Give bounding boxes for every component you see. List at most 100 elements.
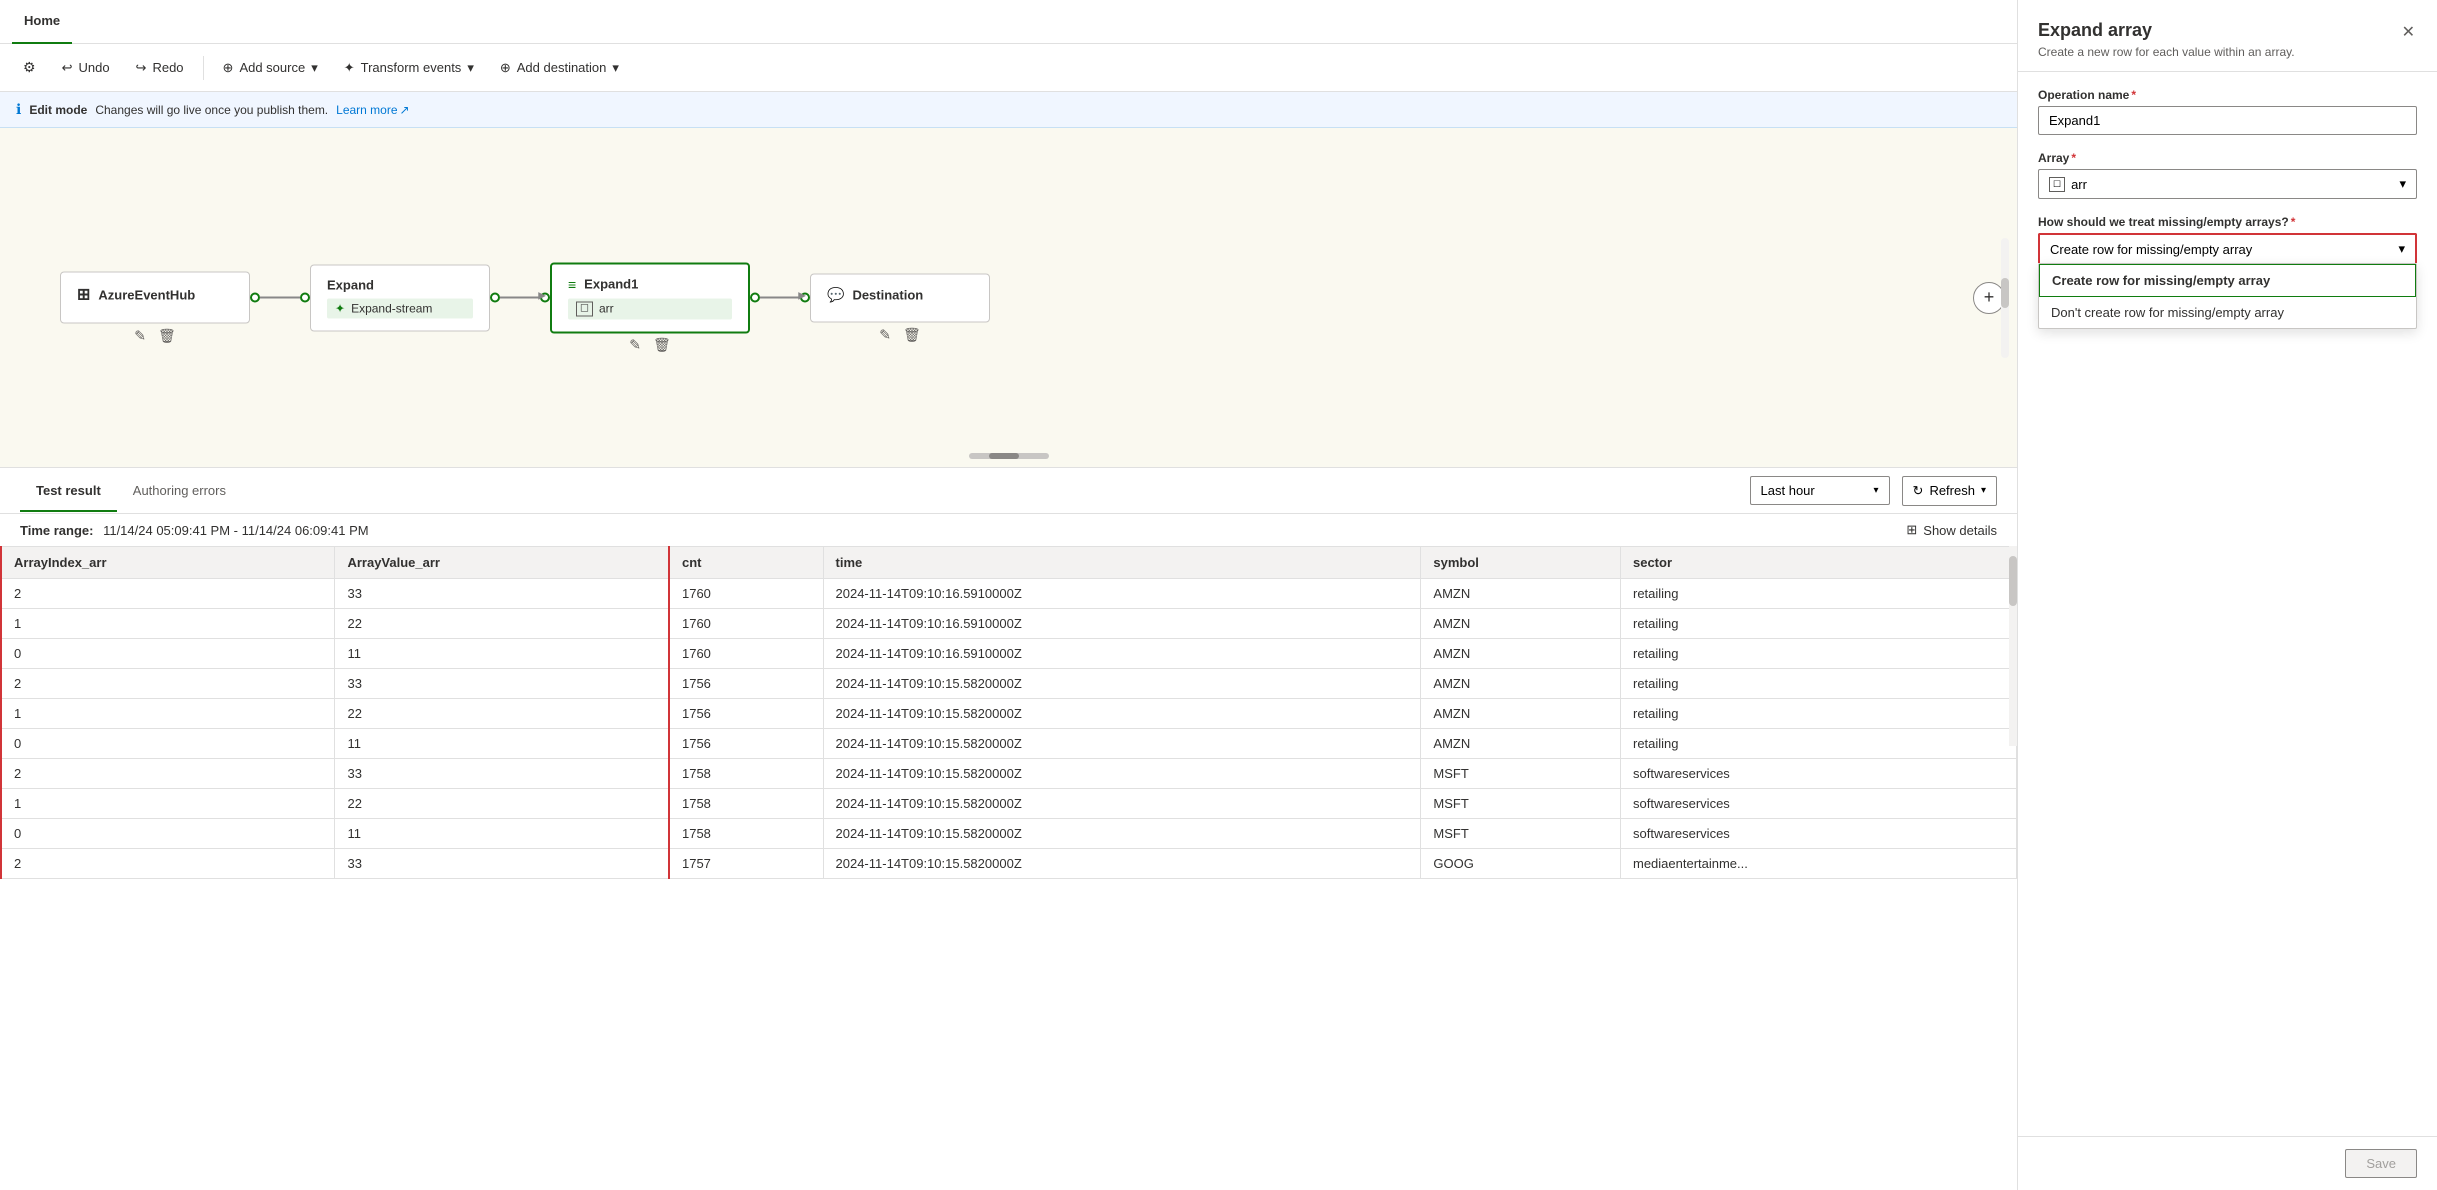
- refresh-label: Refresh: [1929, 483, 1975, 498]
- undo-button[interactable]: ↩ Undo: [51, 53, 121, 83]
- cell-1-3: 2024-11-14T09:10:16.5910000Z: [823, 609, 1421, 639]
- add-source-label: Add source: [239, 60, 305, 75]
- node-expand[interactable]: Expand ✦ Expand-stream: [310, 264, 490, 331]
- cell-9-2: 1757: [669, 849, 823, 879]
- home-tab[interactable]: Home: [12, 0, 72, 44]
- close-panel-button[interactable]: ✕: [2400, 20, 2417, 44]
- arr-icon-node: ☐: [576, 301, 593, 316]
- cell-9-5: mediaentertainme...: [1620, 849, 2016, 879]
- treatment-value-text: Create row for missing/empty array: [2050, 242, 2252, 257]
- operation-name-input[interactable]: [2038, 106, 2417, 135]
- cell-1-0: 1: [1, 609, 335, 639]
- delete-node-button[interactable]: 🗑: [156, 326, 178, 347]
- col-header-1: ArrayValue_arr: [335, 547, 669, 579]
- external-link-icon: ↗: [400, 103, 410, 117]
- arr-value-text: arr: [2071, 177, 2087, 192]
- treatment-chevron: ▾: [2398, 241, 2405, 257]
- cell-0-3: 2024-11-14T09:10:16.5910000Z: [823, 579, 1421, 609]
- edit-node-button[interactable]: ✎: [132, 326, 148, 347]
- table-row: 23317562024-11-14T09:10:15.5820000ZAMZNr…: [1, 669, 2017, 699]
- required-star-3: *: [2291, 215, 2296, 229]
- dropdown-item-1[interactable]: Don't create row for missing/empty array: [2039, 297, 2416, 328]
- edit-dest-button[interactable]: ✎: [877, 324, 893, 345]
- edit-expand1-button[interactable]: ✎: [627, 334, 643, 355]
- tab-authoring-errors[interactable]: Authoring errors: [117, 471, 242, 512]
- transform-label: Transform events: [361, 60, 462, 75]
- cell-3-2: 1756: [669, 669, 823, 699]
- time-range-label: Time range:: [20, 523, 93, 538]
- cell-4-3: 2024-11-14T09:10:15.5820000Z: [823, 699, 1421, 729]
- arrow-line2: [760, 297, 800, 299]
- treatment-select[interactable]: Create row for missing/empty array ▾: [2038, 233, 2417, 263]
- cell-9-3: 2024-11-14T09:10:15.5820000Z: [823, 849, 1421, 879]
- tab-test-result[interactable]: Test result: [20, 471, 117, 512]
- node-destination[interactable]: 💬 Destination ✎ 🗑: [810, 273, 990, 322]
- controls-right: Last hour ▾ ↻ Refresh ▾: [1750, 476, 1997, 506]
- add-dest-icon: ⊕: [500, 60, 511, 76]
- cell-8-1: 11: [335, 819, 669, 849]
- tabs-row: Test result Authoring errors Last hour ▾…: [0, 468, 2017, 514]
- show-details-button[interactable]: ⊞ Show details: [1906, 522, 1997, 538]
- gear-icon: ⚙: [23, 59, 36, 76]
- learn-more-text: Learn more: [336, 103, 397, 117]
- data-table: ArrayIndex_arr ArrayValue_arr cnt time s…: [0, 546, 2017, 879]
- cell-7-4: MSFT: [1421, 789, 1621, 819]
- node-expand1[interactable]: ≡ Expand1 ☐ arr ✎ 🗑: [550, 262, 750, 333]
- add-destination-button[interactable]: ⊕ Add destination ▾: [489, 53, 630, 83]
- right-panel-header: Expand array Create a new row for each v…: [2018, 0, 2437, 72]
- node-azure-event-hub[interactable]: ⊞ AzureEventHub ✎ 🗑: [60, 272, 250, 324]
- right-panel: Expand array Create a new row for each v…: [2017, 0, 2437, 1190]
- cell-3-3: 2024-11-14T09:10:15.5820000Z: [823, 669, 1421, 699]
- time-select[interactable]: Last hour ▾: [1750, 476, 1890, 505]
- learn-more-link[interactable]: Learn more ↗: [336, 103, 409, 117]
- node1-actions: ✎ 🗑: [627, 334, 673, 355]
- array-label-text: Array: [2038, 151, 2069, 165]
- cell-9-1: 33: [335, 849, 669, 879]
- table-row: 23317572024-11-14T09:10:15.5820000ZGOOGm…: [1, 849, 2017, 879]
- pipeline: ⊞ AzureEventHub ✎ 🗑 Expand ✦ Expand-stre…: [60, 262, 990, 333]
- add-source-chevron: ▾: [311, 60, 318, 76]
- table-row: 23317602024-11-14T09:10:16.5910000ZAMZNr…: [1, 579, 2017, 609]
- table-row: 01117582024-11-14T09:10:15.5820000ZMSFTs…: [1, 819, 2017, 849]
- connector-3: [750, 293, 810, 303]
- settings-button[interactable]: ⚙: [12, 52, 47, 83]
- col-header-3: time: [823, 547, 1421, 579]
- cell-5-1: 11: [335, 729, 669, 759]
- required-star-2: *: [2071, 151, 2076, 165]
- right-panel-subtitle: Create a new row for each value within a…: [2038, 45, 2295, 59]
- cell-0-5: retailing: [1620, 579, 2016, 609]
- expand-title: Expand: [327, 277, 473, 292]
- cell-2-0: 0: [1, 639, 335, 669]
- cell-5-0: 0: [1, 729, 335, 759]
- line: [260, 297, 300, 299]
- delete-expand1-button[interactable]: 🗑: [651, 334, 673, 355]
- save-button[interactable]: Save: [2345, 1149, 2417, 1178]
- treatment-label: How should we treat missing/empty arrays…: [2038, 215, 2417, 229]
- redo-label: Redo: [152, 60, 183, 75]
- canvas-scroll-thumb: [989, 453, 1019, 459]
- cell-5-3: 2024-11-14T09:10:15.5820000Z: [823, 729, 1421, 759]
- cell-4-2: 1756: [669, 699, 823, 729]
- operation-name-label: Operation name *: [2038, 88, 2417, 102]
- add-source-button[interactable]: ⊕ Add source ▾: [212, 53, 329, 83]
- add-source-icon: ⊕: [223, 60, 234, 76]
- dot-out3: [750, 293, 760, 303]
- cell-6-3: 2024-11-14T09:10:15.5820000Z: [823, 759, 1421, 789]
- refresh-chevron: ▾: [1981, 485, 1986, 496]
- cell-6-5: softwareservices: [1620, 759, 2016, 789]
- array-select[interactable]: ☐ arr ▾: [2038, 169, 2417, 199]
- table-row: 12217602024-11-14T09:10:16.5910000ZAMZNr…: [1, 609, 2017, 639]
- treatment-label-text: How should we treat missing/empty arrays…: [2038, 215, 2289, 229]
- table-row: 23317582024-11-14T09:10:15.5820000ZMSFTs…: [1, 759, 2017, 789]
- cell-2-2: 1760: [669, 639, 823, 669]
- delete-dest-button[interactable]: 🗑: [901, 324, 923, 345]
- refresh-button[interactable]: ↻ Refresh ▾: [1902, 476, 1997, 506]
- transform-events-button[interactable]: ✦ Transform events ▾: [333, 53, 485, 83]
- table-scrollbar[interactable]: [2009, 546, 2017, 746]
- cell-4-4: AMZN: [1421, 699, 1621, 729]
- show-details-icon: ⊞: [1906, 522, 1917, 538]
- dropdown-item-0[interactable]: Create row for missing/empty array: [2039, 264, 2416, 297]
- operation-name-group: Operation name *: [2038, 88, 2417, 135]
- data-table-container[interactable]: ArrayIndex_arr ArrayValue_arr cnt time s…: [0, 546, 2017, 1190]
- redo-button[interactable]: ↪ Redo: [125, 53, 195, 83]
